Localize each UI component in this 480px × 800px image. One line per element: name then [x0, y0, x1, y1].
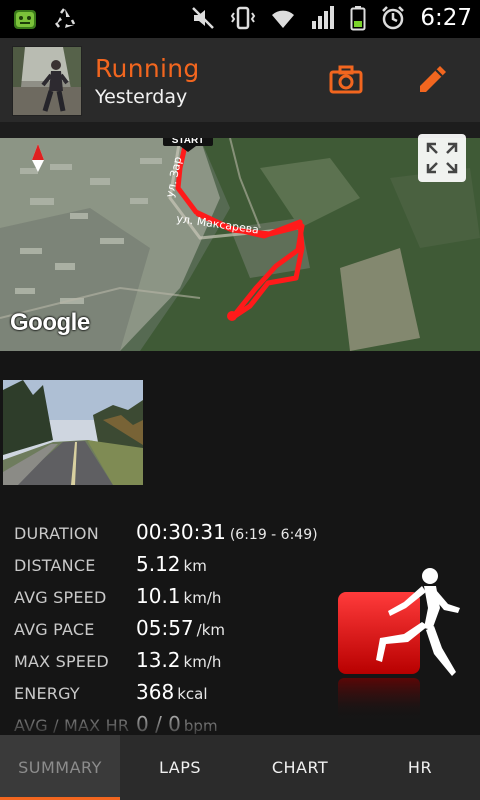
stat-row-max-speed: MAX SPEED 13.2 km/h: [14, 648, 374, 676]
stat-value: 368: [136, 680, 175, 704]
stat-value: 13.2: [136, 648, 181, 672]
stat-value-wrapper: 05:57/km: [136, 616, 225, 640]
page-subtitle: Yesterday: [95, 86, 188, 108]
vibrate-icon: [230, 5, 256, 31]
stat-label: AVG / MAX HR: [14, 716, 130, 735]
battery-icon: [350, 5, 366, 31]
stat-value-wrapper: 00:30:31 (6:19 - 6:49): [136, 520, 318, 544]
stat-row-avg-speed: AVG SPEED 10.1 km/h: [14, 584, 374, 612]
stat-row-avg-pace: AVG PACE 05:57/km: [14, 616, 374, 644]
stat-value: 00:30:31: [136, 520, 226, 544]
alarm-icon: [380, 5, 406, 31]
stat-label: ENERGY: [14, 684, 80, 703]
start-marker: START: [172, 138, 205, 146]
stat-value-wrapper: 5.12 km: [136, 552, 207, 576]
expand-map-button[interactable]: [418, 134, 466, 182]
stat-extra: (6:19 - 6:49): [229, 527, 318, 543]
stat-value-wrapper: 368 kcal: [136, 680, 207, 704]
fullscreen-icon: [426, 142, 458, 174]
camera-button[interactable]: [326, 60, 366, 100]
android-robot-icon: [12, 6, 38, 32]
mute-icon: [190, 5, 216, 31]
edit-icon: [420, 66, 446, 92]
stat-unit: km/h: [183, 589, 222, 607]
stat-unit: km/h: [183, 653, 222, 671]
stat-value: 10.1: [136, 584, 181, 608]
tab-chart[interactable]: CHART: [240, 735, 360, 800]
stat-value: 5.12: [136, 552, 181, 576]
stat-unit: km: [183, 557, 207, 575]
stat-value: 05:57: [136, 616, 194, 640]
stat-label: AVG SPEED: [14, 588, 107, 607]
tab-hr[interactable]: HR: [360, 735, 480, 800]
stat-label: AVG PACE: [14, 620, 95, 639]
stat-unit: kcal: [177, 685, 208, 703]
tab-bar: SUMMARY LAPS CHART HR: [0, 735, 480, 800]
edit-button[interactable]: [412, 60, 452, 100]
stat-row-duration: DURATION 00:30:31 (6:19 - 6:49): [14, 520, 374, 548]
recycle-icon: [52, 6, 78, 32]
stat-row-energy: ENERGY 368 kcal: [14, 680, 374, 708]
workout-photo[interactable]: [3, 380, 143, 485]
running-sport-icon[interactable]: [336, 568, 462, 728]
stat-value: 0 / 0: [136, 712, 181, 736]
wifi-icon: [270, 5, 296, 31]
status-time: 6:27: [420, 5, 472, 31]
workout-detail-screen: 6:27 Running Yesterday START ул. Зар ул.…: [0, 0, 480, 800]
stat-unit: /km: [196, 621, 225, 639]
stat-row-distance: DISTANCE 5.12 km: [14, 552, 374, 580]
stat-value-wrapper: 10.1 km/h: [136, 584, 221, 608]
status-bar: 6:27: [0, 0, 480, 38]
action-bar: Running Yesterday: [0, 38, 480, 122]
tab-summary[interactable]: SUMMARY: [0, 735, 120, 800]
stat-value-wrapper: 13.2 km/h: [136, 648, 221, 672]
stat-value-wrapper: 0 / 0 bpm: [136, 712, 218, 736]
stat-label: DISTANCE: [14, 556, 96, 575]
camera-icon: [329, 65, 363, 94]
divider: [0, 122, 480, 138]
stat-unit: bpm: [183, 717, 218, 735]
signal-icon: [310, 5, 336, 31]
tab-laps[interactable]: LAPS: [120, 735, 240, 800]
workout-thumbnail[interactable]: [12, 46, 82, 116]
google-attribution: Google: [10, 309, 90, 336]
stat-label: MAX SPEED: [14, 652, 109, 671]
stat-label: DURATION: [14, 524, 99, 543]
page-title: Running: [95, 54, 200, 83]
